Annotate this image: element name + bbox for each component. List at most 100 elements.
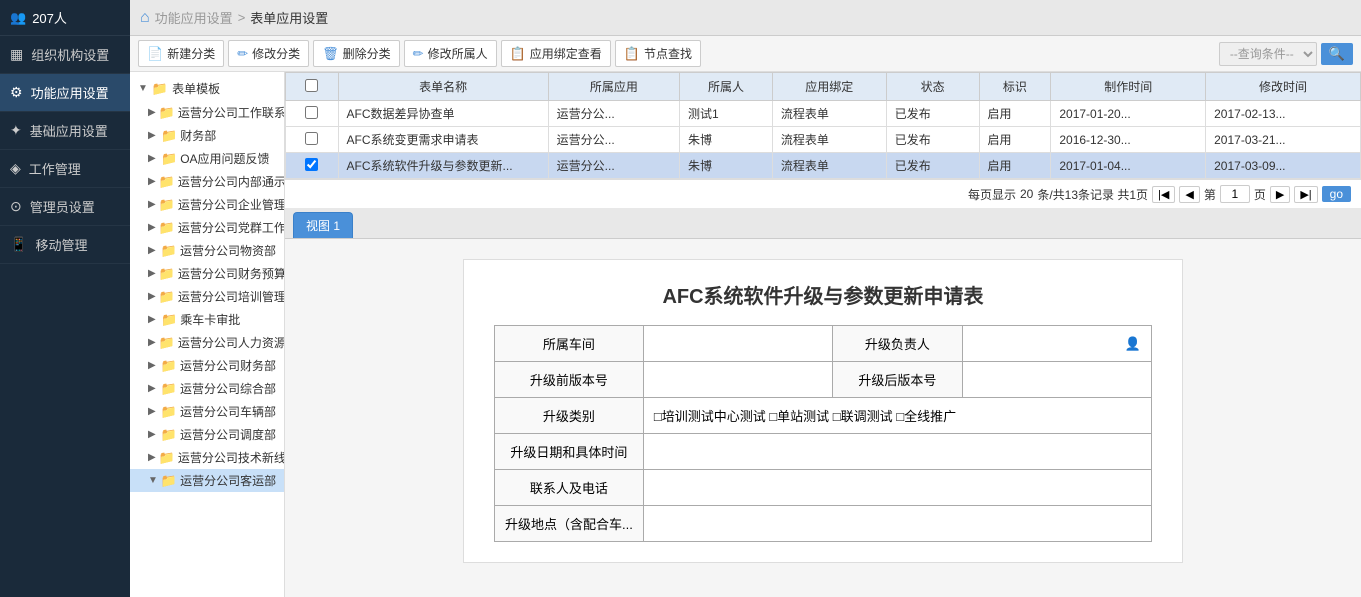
per-page-label: 每页显示 — [968, 186, 1016, 203]
node-check-icon: 📋 — [624, 46, 640, 62]
sidebar-label-admin: 管理员设置 — [30, 197, 95, 216]
edit-category-icon: ✏ — [237, 46, 248, 62]
tree-item-wuzi[interactable]: ▶📁运营分公司物资部 — [130, 239, 284, 262]
app-bind-button[interactable]: 📋 应用绑定查看 — [501, 40, 611, 67]
edit-category-button[interactable]: ✏ 修改分类 — [228, 40, 309, 67]
form-value-upgrader: 👤 — [962, 326, 1151, 362]
first-page-btn[interactable]: |◀ — [1152, 186, 1175, 203]
sidebar-item-mobile[interactable]: 📱移动管理 — [0, 226, 130, 264]
sidebar-label-work: 工作管理 — [29, 159, 81, 178]
sidebar-count: 207人 — [32, 8, 67, 27]
table-area: 表单名称所属应用所属人应用绑定状态标识制作时间修改时间 AFC数据差异协查单运营… — [285, 72, 1361, 179]
person-select-icon[interactable]: 👤 — [1125, 336, 1141, 352]
row-2-checkbox-cell[interactable] — [286, 153, 339, 179]
tree-expand-jishu: ▶ — [148, 452, 156, 463]
edit-owner-button[interactable]: ✏ 修改所属人 — [404, 40, 497, 67]
tree-item-caiwubu2[interactable]: ▶📁运营分公司财务部 — [130, 354, 284, 377]
tree-item-caiwubu[interactable]: ▶📁财务部 — [130, 124, 284, 147]
app-bind-icon: 📋 — [510, 46, 526, 62]
row-1-checkbox-cell[interactable] — [286, 127, 339, 153]
tree-item-zonghebo[interactable]: ▶📁运营分公司综合部 — [130, 377, 284, 400]
tree-root: ▼ 📁 表单模板 — [130, 76, 284, 101]
tree-item-chepiao[interactable]: ▶📁乘车卡审批 — [130, 308, 284, 331]
form-label-workshop: 所属车间 — [495, 326, 644, 362]
tree-root-folder-icon: 📁 — [152, 81, 168, 97]
tree-expand-renli: ▶ — [148, 337, 156, 348]
tree-item-dangqun[interactable]: ▶📁运营分公司党群工作部 — [130, 216, 284, 239]
tree-item-jishu[interactable]: ▶📁运营分公司技术新线部 — [130, 446, 284, 469]
next-page-btn[interactable]: ▶ — [1270, 186, 1290, 203]
tree-item-keyun[interactable]: ▼📁运营分公司客运部 — [130, 469, 284, 492]
row-2-col-2: 运营分公... — [548, 153, 679, 179]
row-checkbox-2[interactable] — [305, 158, 318, 171]
tree-item-neibu[interactable]: ▶📁运营分公司内部通示单 — [130, 170, 284, 193]
form-value-location — [643, 506, 1151, 542]
table-row[interactable]: AFC系统软件升级与参数更新...运营分公...朱博流程表单已发布启用2017-… — [286, 153, 1361, 179]
home-icon[interactable]: ⌂ — [140, 9, 150, 27]
tree-label-qiyeguanli: 运营分公司企业管理部 — [178, 196, 284, 213]
form-label-type: 升级类别 — [495, 398, 644, 434]
delete-category-label: 删除分类 — [343, 45, 391, 62]
tree-expand-qiyeguanli: ▶ — [148, 199, 156, 210]
tree-item-renli[interactable]: ▶📁运营分公司人力资源部 — [130, 331, 284, 354]
sidebar-item-basic-app[interactable]: ✦基础应用设置 — [0, 112, 130, 150]
pagination: 每页显示 20 条/共13条记录 共1页 |◀ ◀ 第 页 ▶ ▶| go — [285, 179, 1361, 208]
row-checkbox-0[interactable] — [305, 106, 318, 119]
row-1-col-7: 2016-12-30... — [1051, 127, 1206, 153]
delete-category-button[interactable]: 🗑 删除分类 — [313, 40, 400, 67]
row-0-checkbox-cell[interactable] — [286, 101, 339, 127]
last-page-btn[interactable]: ▶| — [1294, 186, 1317, 203]
table-header-col-3: 所属人 — [680, 73, 773, 101]
table-row[interactable]: AFC数据差异协查单运营分公...测试1流程表单已发布启用2017-01-20.… — [286, 101, 1361, 127]
main-content: ⌂ 功能应用设置 > 表单应用设置 📄 新建分类 ✏ 修改分类 🗑 删除分类 ✏… — [130, 0, 1361, 597]
row-0-col-3: 测试1 — [680, 101, 773, 127]
form-label-contact: 联系人及电话 — [495, 470, 644, 506]
per-page-value: 20 — [1020, 187, 1033, 201]
go-button[interactable]: go — [1322, 186, 1351, 202]
tree-item-diaodu[interactable]: ▶📁运营分公司调度部 — [130, 423, 284, 446]
table-header-col-0 — [286, 73, 339, 101]
tree-item-gongzuobu[interactable]: ▶📁运营分公司工作联系单 — [130, 101, 284, 124]
row-2-col-7: 2017-01-04... — [1051, 153, 1206, 179]
search-condition-select[interactable]: --查询条件-- — [1219, 42, 1317, 66]
tree-item-qiyeguanli[interactable]: ▶📁运营分公司企业管理部 — [130, 193, 284, 216]
tree-folder-icon-zonghebo: 📁 — [161, 381, 177, 397]
tree-label-cheliang: 运营分公司车辆部 — [180, 403, 276, 420]
search-button[interactable]: 🔍 — [1321, 43, 1353, 65]
tree-item-caiwuyebi[interactable]: ▶📁运营分公司财务预算业务 — [130, 262, 284, 285]
prev-page-btn[interactable]: ◀ — [1179, 186, 1199, 203]
tree-item-cheliang[interactable]: ▶📁运营分公司车辆部 — [130, 400, 284, 423]
row-checkbox-1[interactable] — [305, 132, 318, 145]
tree-item-peixun[interactable]: ▶📁运营分公司培训管理部 — [130, 285, 284, 308]
edit-owner-icon: ✏ — [413, 46, 424, 62]
page-input[interactable] — [1220, 185, 1250, 203]
tree-folder-icon-dangqun: 📁 — [159, 220, 175, 236]
row-0-col-1: AFC数据差异协查单 — [338, 101, 548, 127]
select-all-checkbox[interactable] — [305, 79, 318, 92]
table-header-col-5: 状态 — [886, 73, 979, 101]
new-category-button[interactable]: 📄 新建分类 — [138, 40, 224, 67]
sidebar-item-org[interactable]: ▦组织机构设置 — [0, 36, 130, 74]
row-2-col-1: AFC系统软件升级与参数更新... — [338, 153, 548, 179]
row-1-col-1: AFC系统变更需求申请表 — [338, 127, 548, 153]
sidebar-item-admin[interactable]: ⊙管理员设置 — [0, 188, 130, 226]
sidebar-item-work[interactable]: ◈工作管理 — [0, 150, 130, 188]
breadcrumb-separator: 功能应用设置 — [155, 8, 233, 27]
sidebar-icon-func-app: ⚙ — [10, 84, 23, 101]
tree-label-caiwuyebi: 运营分公司财务预算业务 — [178, 265, 284, 282]
table-header-col-4: 应用绑定 — [772, 73, 886, 101]
row-0-col-8: 2017-02-13... — [1206, 101, 1361, 127]
sidebar-item-func-app[interactable]: ⚙功能应用设置 — [0, 74, 130, 112]
node-check-button[interactable]: 📋 节点查找 — [615, 40, 701, 67]
new-category-icon: 📄 — [147, 46, 163, 62]
view-tab-1[interactable]: 视图 1 — [293, 212, 353, 238]
node-check-label: 节点查找 — [644, 45, 692, 62]
tree-item-oa[interactable]: ▶📁OA应用问题反馈 — [130, 147, 284, 170]
row-1-col-3: 朱博 — [680, 127, 773, 153]
row-2-col-8: 2017-03-09... — [1206, 153, 1361, 179]
edit-category-label: 修改分类 — [252, 45, 300, 62]
row-0-col-5: 已发布 — [886, 101, 979, 127]
table-header-col-7: 制作时间 — [1051, 73, 1206, 101]
table-row[interactable]: AFC系统变更需求申请表运营分公...朱博流程表单已发布启用2016-12-30… — [286, 127, 1361, 153]
tree-expand-diaodu: ▶ — [148, 429, 158, 440]
